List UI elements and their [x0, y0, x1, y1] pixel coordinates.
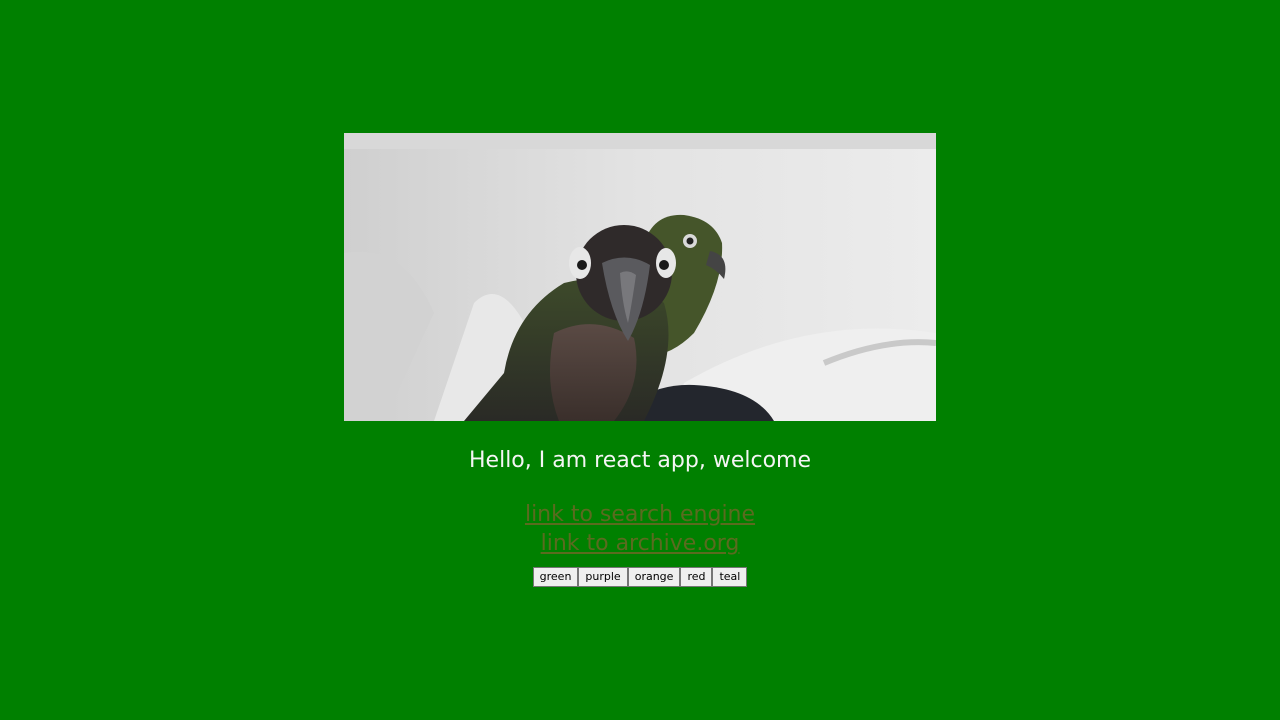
color-button-group: green purple orange red teal [0, 567, 1280, 587]
orange-button[interactable]: orange [627, 567, 681, 587]
welcome-message: Hello, I am react app, welcome [469, 448, 811, 473]
archive-org-link[interactable]: link to archive.org [541, 529, 740, 558]
parrot-photo [344, 133, 936, 421]
teal-button[interactable]: teal [712, 567, 748, 587]
red-button[interactable]: red [680, 567, 713, 587]
search-engine-link[interactable]: link to search engine [525, 500, 755, 529]
link-list: link to search engine link to archive.or… [0, 500, 1280, 558]
app-root: Hello, I am react app, welcome link to s… [0, 0, 1280, 720]
purple-button[interactable]: purple [578, 567, 628, 587]
green-button[interactable]: green [532, 567, 579, 587]
